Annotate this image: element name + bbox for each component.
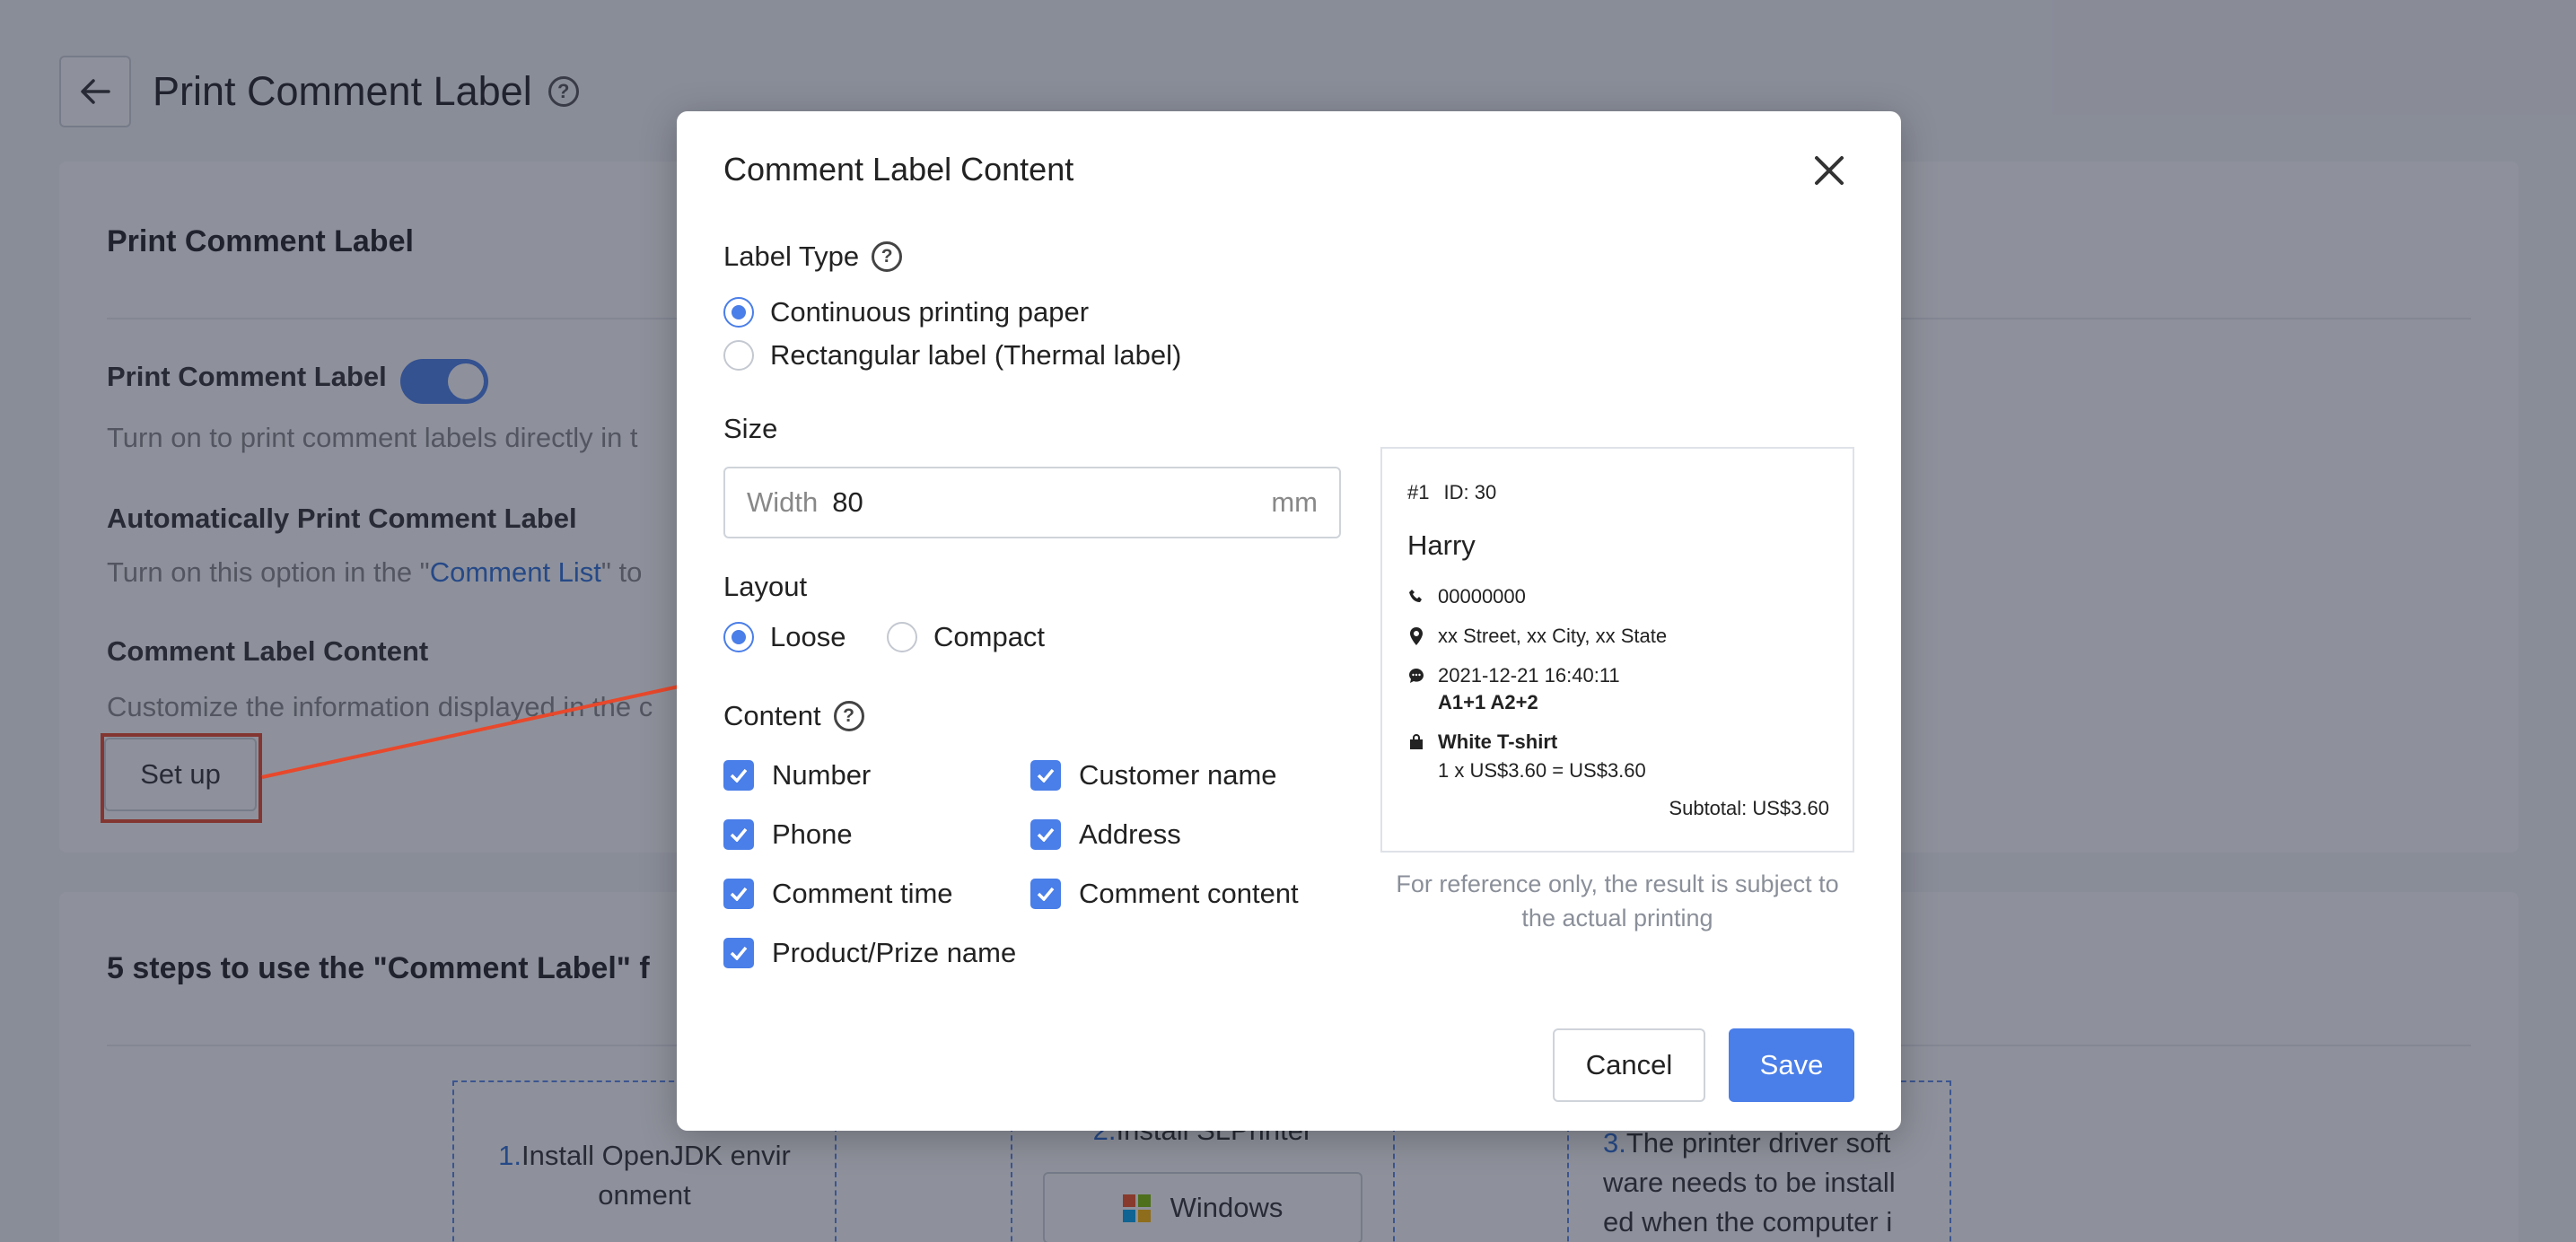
radio-label: Continuous printing paper xyxy=(770,296,1090,328)
comment-label-modal: Comment Label Content Label Type ? Conti… xyxy=(677,111,1901,1131)
width-value[interactable]: 80 xyxy=(832,486,1271,519)
checkbox-address[interactable]: Address xyxy=(1030,818,1181,851)
width-input[interactable]: Width 80 mm xyxy=(723,467,1341,538)
preview-number: #1 xyxy=(1407,481,1430,503)
help-icon[interactable]: ? xyxy=(833,701,864,731)
checkbox[interactable] xyxy=(1030,819,1061,850)
unit-suffix: mm xyxy=(1271,486,1318,518)
shopping-bag-icon xyxy=(1407,734,1425,750)
preview-address-text: xx Street, xx City, xx State xyxy=(1438,625,1668,647)
radio-button[interactable] xyxy=(723,297,754,328)
preview-time: 2021-12-21 16:40:11 xyxy=(1407,664,1620,687)
preview-note: For reference only, the result is subjec… xyxy=(1396,870,1839,932)
checkbox-label: Comment time xyxy=(772,878,953,909)
width-prefix: Width xyxy=(747,486,819,518)
preview-comment: A1+1 A2+2 xyxy=(1438,691,1538,713)
preview-price-line: 1 x US$3.60 = US$3.60 xyxy=(1438,759,1646,782)
help-icon[interactable]: ? xyxy=(872,241,903,272)
preview-id: ID: 30 xyxy=(1443,481,1497,503)
radio-button[interactable] xyxy=(723,340,754,371)
preview-address: xx Street, xx City, xx State xyxy=(1407,625,1667,648)
size-label: Size xyxy=(723,413,778,444)
location-pin-icon xyxy=(1407,627,1425,645)
close-icon[interactable] xyxy=(1809,151,1849,190)
check-icon xyxy=(1037,768,1055,783)
radio-rectangular-label[interactable]: Rectangular label (Thermal label) xyxy=(723,339,1181,372)
check-icon xyxy=(730,827,748,842)
checkbox-label: Number xyxy=(772,759,872,791)
check-icon xyxy=(1037,887,1055,901)
size-section: Size xyxy=(723,413,777,445)
label-preview: #1 ID: 30 Harry 00000000 xx Street, xx C… xyxy=(1380,447,1854,853)
radio-button[interactable] xyxy=(887,622,917,652)
preview-subtotal: Subtotal: US$3.60 xyxy=(1669,797,1829,819)
checkbox-number[interactable]: Number xyxy=(723,759,871,792)
preview-header: #1 ID: 30 xyxy=(1407,481,1496,504)
checkbox[interactable] xyxy=(1030,879,1061,909)
checkbox-comment-time[interactable]: Comment time xyxy=(723,878,953,910)
checkbox[interactable] xyxy=(723,879,754,909)
preview-customer-name: Harry xyxy=(1407,529,1476,561)
check-icon xyxy=(730,887,748,901)
checkbox[interactable] xyxy=(723,938,754,968)
radio-label: Compact xyxy=(933,621,1046,652)
check-icon xyxy=(730,946,748,960)
checkbox-product-name[interactable]: Product/Prize name xyxy=(723,937,1016,969)
checkbox-comment-content[interactable]: Comment content xyxy=(1030,878,1299,910)
preview-product: White T-shirt xyxy=(1407,730,1557,754)
label-type-label: Label Type xyxy=(723,241,860,272)
layout-section: Layout xyxy=(723,571,807,603)
label-type-section: Label Type ? xyxy=(723,241,903,273)
cancel-button[interactable]: Cancel xyxy=(1553,1028,1705,1102)
checkbox[interactable] xyxy=(1030,760,1061,791)
layout-label: Layout xyxy=(723,571,808,602)
save-button[interactable]: Save xyxy=(1729,1028,1854,1102)
comment-bubble-icon xyxy=(1407,668,1425,684)
checkbox-customer-name[interactable]: Customer name xyxy=(1030,759,1277,792)
check-icon xyxy=(730,768,748,783)
checkbox-label: Phone xyxy=(772,818,853,850)
radio-label: Loose xyxy=(770,621,846,652)
radio-loose[interactable]: Loose xyxy=(723,621,846,653)
checkbox-label: Comment content xyxy=(1079,878,1299,909)
check-icon xyxy=(1037,827,1055,842)
preview-phone-text: 00000000 xyxy=(1438,585,1526,608)
preview-phone: 00000000 xyxy=(1407,585,1526,608)
preview-time-text: 2021-12-21 16:40:11 xyxy=(1438,664,1620,687)
checkbox-label: Customer name xyxy=(1079,759,1277,791)
radio-compact[interactable]: Compact xyxy=(887,621,1045,653)
checkbox[interactable] xyxy=(723,819,754,850)
content-section: Content ? xyxy=(723,700,864,732)
content-label: Content xyxy=(723,700,821,731)
radio-label: Rectangular label (Thermal label) xyxy=(770,339,1182,371)
checkbox-label: Product/Prize name xyxy=(772,937,1017,968)
checkbox-label: Address xyxy=(1079,818,1181,850)
modal-title: Comment Label Content xyxy=(723,151,1074,188)
phone-icon xyxy=(1407,589,1425,605)
checkbox-phone[interactable]: Phone xyxy=(723,818,853,851)
checkbox[interactable] xyxy=(723,760,754,791)
preview-product-text: White T-shirt xyxy=(1438,730,1558,753)
radio-button[interactable] xyxy=(723,622,754,652)
radio-continuous-paper[interactable]: Continuous printing paper xyxy=(723,296,1089,328)
